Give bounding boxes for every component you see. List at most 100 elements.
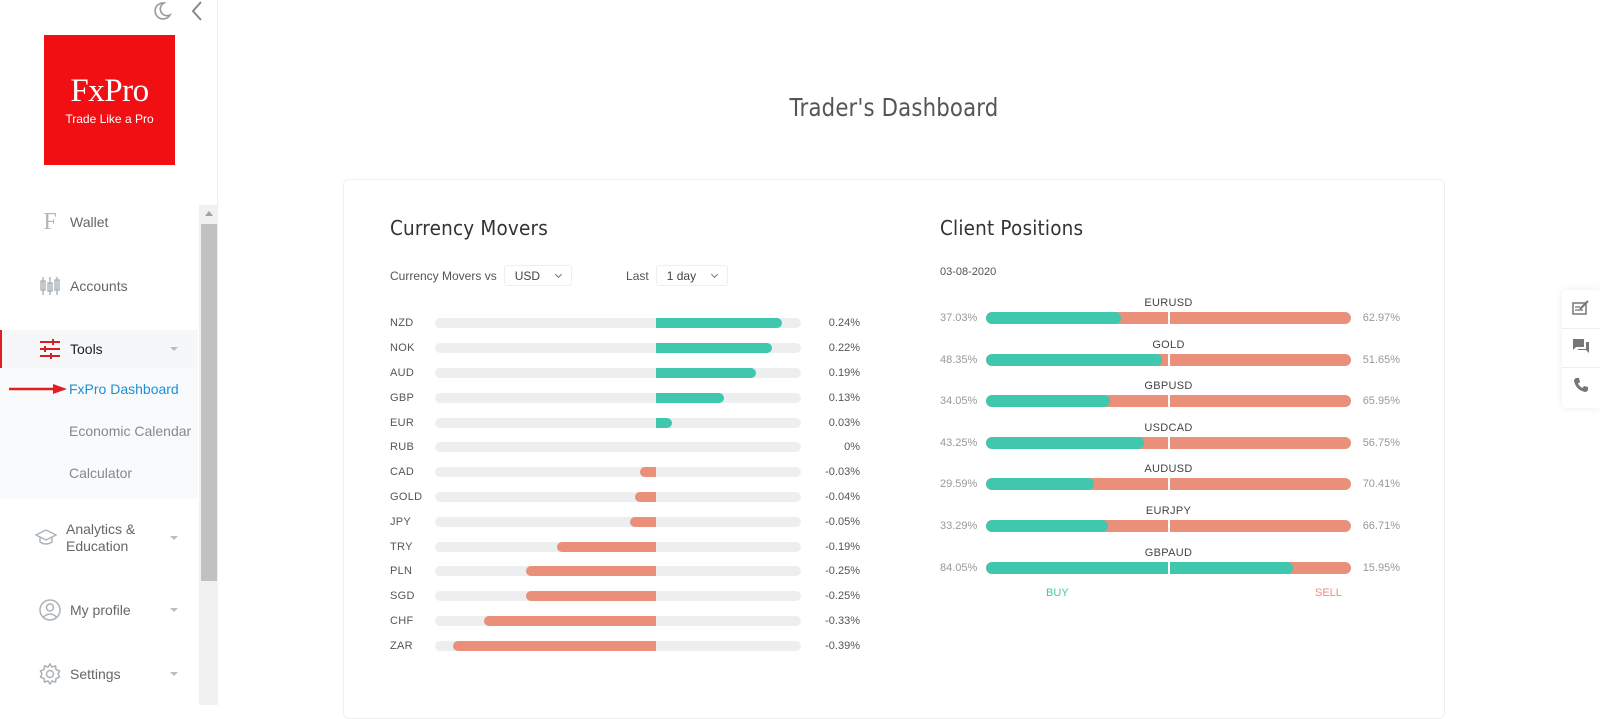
mover-value: 0.22% (828, 342, 860, 355)
mover-track (435, 392, 801, 403)
position-sell-percent: 65.95% (1362, 395, 1400, 408)
sidebar-subitem-economic-calendar[interactable]: Economic Calendar (0, 410, 198, 452)
sidebar-subitem-fxpro-dashboard[interactable]: FxPro Dashboard (0, 368, 198, 410)
mover-track (435, 640, 801, 651)
position-bar (986, 312, 1351, 324)
sidebar-item-my-profile[interactable]: My profile (0, 578, 198, 642)
mover-value: -0.39% (825, 639, 860, 652)
position-sell-percent: 15.95% (1362, 561, 1400, 574)
position-symbol: GBPUSD (1144, 380, 1193, 393)
sidebar-top-icons (150, 0, 204, 22)
position-midline (1167, 436, 1170, 449)
scroll-up-arrow-icon[interactable] (199, 205, 218, 222)
sidebar-subitem-calculator[interactable]: Calculator (0, 452, 198, 494)
sliders-icon (38, 339, 62, 359)
position-sell-percent: 56.75% (1362, 436, 1400, 449)
sidebar-item-wallet[interactable]: F Wallet (0, 190, 198, 254)
sidebar-item-label: Accounts (70, 278, 128, 294)
phone-icon (1573, 377, 1589, 398)
position-symbol: EURJPY (1145, 504, 1192, 517)
gear-icon (38, 663, 62, 685)
mover-value: 0.24% (828, 317, 860, 330)
subitem-label: Calculator (69, 465, 133, 481)
mover-value: -0.05% (825, 515, 860, 528)
chevron-left-icon[interactable] (190, 0, 204, 22)
mover-value: 0.13% (828, 391, 860, 404)
client-positions-list: EURUSD 37.03% 62.97% GOLD 48.35% 51.65% GBPUSD… (940, 297, 1400, 588)
wallet-f-icon: F (43, 208, 57, 235)
sidebar-item-label-wrap: Analytics & Education (66, 521, 135, 555)
sidebar-nav: F Wallet Accounts Tools FxPro Dashboard … (0, 190, 198, 706)
mover-track (435, 615, 801, 626)
mover-value: -0.19% (825, 540, 860, 553)
mover-row: AUD 0.19% (390, 361, 860, 386)
mover-row: TRY -0.19% (390, 534, 860, 559)
position-row: EURUSD 37.03% 62.97% (940, 297, 1400, 339)
sidebar-scrollbar[interactable] (199, 205, 218, 705)
vs-currency-select[interactable]: USD (503, 265, 573, 286)
mover-track (435, 541, 801, 552)
chevron-down-icon (170, 608, 178, 612)
arrow-pointer-icon (9, 384, 67, 394)
mover-value: 0.19% (828, 366, 860, 379)
mover-bar-negative (629, 516, 656, 527)
last-label: Last (626, 268, 649, 283)
mover-row: RUB 0% (390, 435, 860, 460)
fxpro-logo[interactable]: FxPro Trade Like a Pro (44, 35, 175, 165)
mover-row: GBP 0.13% (390, 385, 860, 410)
sidebar-item-settings[interactable]: Settings (0, 642, 198, 706)
contact-widget (1562, 290, 1600, 408)
mover-symbol: PLN (390, 565, 413, 578)
currency-movers-filters: Currency Movers vs USD Last 1 day (390, 265, 729, 286)
mover-track (435, 417, 801, 428)
subitem-label: FxPro Dashboard (69, 381, 179, 397)
subitem-label: Economic Calendar (69, 423, 192, 439)
position-buy-percent: 84.05% (940, 561, 978, 574)
mover-row: SGD -0.25% (390, 584, 860, 609)
chat-icon (1572, 338, 1590, 359)
position-midline (1167, 395, 1170, 408)
scrollbar-thumb[interactable] (201, 224, 217, 581)
sidebar-item-tools[interactable]: Tools (0, 330, 198, 368)
vs-label: Currency Movers vs (390, 268, 497, 283)
currency-movers-list: NZD 0.24% NOK 0.22% AUD 0.19% GBP 0.13% EUR 0.03%… (390, 311, 860, 658)
mover-value: -0.04% (825, 490, 860, 503)
mover-bar-negative (557, 541, 656, 552)
legend-buy: BUY (1046, 587, 1069, 599)
sidebar-item-label: Analytics & (66, 521, 136, 537)
sidebar: FxPro Trade Like a Pro F Wallet Accounts… (0, 0, 218, 705)
moon-icon[interactable] (150, 0, 172, 22)
position-row: AUDUSD 29.59% 70.41% (940, 463, 1400, 505)
mover-bar-negative (640, 467, 656, 478)
mover-track (435, 591, 801, 602)
mover-row: CHF -0.33% (390, 609, 860, 634)
phone-button[interactable] (1562, 368, 1600, 407)
sidebar-item-accounts[interactable]: Accounts (0, 254, 198, 318)
mover-track (435, 367, 801, 378)
feedback-button[interactable] (1562, 290, 1600, 329)
position-row: USDCAD 43.25% 56.75% (940, 422, 1400, 464)
legend-sell: SELL (1315, 587, 1342, 599)
position-buy-fill (986, 312, 1122, 324)
period-select[interactable]: 1 day (655, 265, 729, 286)
mover-bar-negative (453, 640, 656, 651)
mover-bar-positive (656, 417, 672, 428)
position-buy-percent: 34.05% (940, 395, 978, 408)
position-row: GOLD 48.35% 51.65% (940, 339, 1400, 381)
position-buy-percent: 29.59% (940, 478, 978, 491)
mover-symbol: EUR (390, 416, 415, 429)
page-title: Trader's Dashboard (789, 93, 999, 122)
position-midline (1167, 312, 1170, 324)
position-buy-fill (986, 395, 1111, 408)
mover-symbol: GOLD (390, 490, 423, 503)
position-sell-percent: 62.97% (1362, 312, 1400, 324)
mover-symbol: GBP (390, 391, 415, 404)
mover-symbol: NZD (390, 317, 414, 330)
position-row: GBPAUD 84.05% 15.95% (940, 547, 1400, 589)
feedback-icon (1572, 299, 1590, 320)
chat-button[interactable] (1562, 329, 1600, 368)
sidebar-item-analytics-education[interactable]: Analytics & Education (0, 498, 198, 578)
position-symbol: AUDUSD (1144, 463, 1193, 476)
position-buy-percent: 37.03% (940, 312, 978, 324)
sidebar-item-label: Wallet (70, 214, 109, 230)
